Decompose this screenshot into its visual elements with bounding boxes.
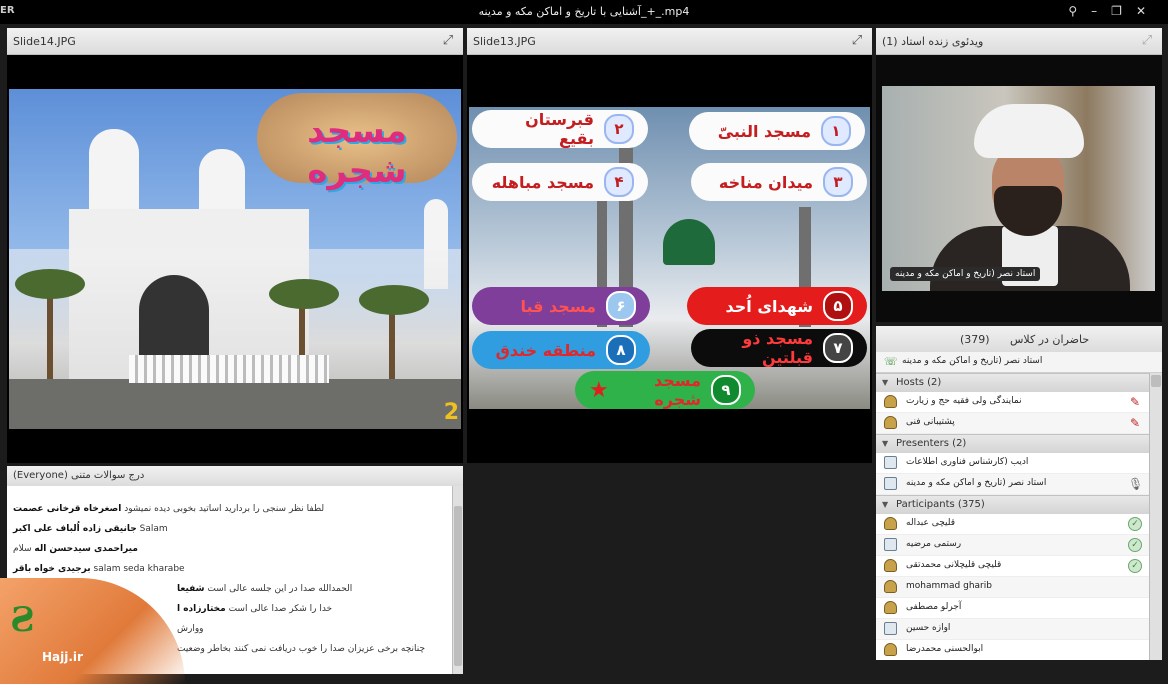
- slide13-item-6: مسجد قبا ۶: [472, 287, 650, 325]
- presenters-section[interactable]: ▼ Presenters (2): [876, 434, 1150, 453]
- check-icon: ✓: [1128, 538, 1142, 552]
- user-icon: [884, 643, 897, 656]
- pin-icon[interactable]: ⚲: [1068, 4, 1091, 18]
- road: [9, 379, 461, 429]
- slide13-item-3: میدان مناخه ۳: [691, 163, 867, 201]
- questions-scrollbar[interactable]: [452, 486, 463, 674]
- window-title: آشنایی با تاریخ و اماکن مکه و مدینه_+_.m…: [478, 5, 690, 18]
- slide13-item-9: ★ مسجد شجره ۹: [575, 371, 755, 409]
- chat-message: ووارش: [177, 624, 204, 634]
- pilgrims-crowd: [129, 355, 329, 383]
- attendee-row[interactable]: اوازه حسین: [876, 619, 1150, 640]
- attendee-row[interactable]: نمایندگی ولی فقیه حج و زیارت ✎: [876, 392, 1150, 413]
- presenter-icon: [884, 477, 897, 490]
- attendee-row[interactable]: قلیچی قلیچلانی محمدتقی ✓: [876, 556, 1150, 577]
- user-icon: [884, 395, 897, 408]
- expand-icon[interactable]: ⤢: [1140, 34, 1154, 48]
- window-controls: ⚲–❐✕: [1068, 4, 1160, 18]
- chat-message: میراحمدی سیدحسن اله سلام: [13, 544, 138, 554]
- check-icon: ✓: [1128, 559, 1142, 573]
- presenter-icon: [884, 538, 897, 551]
- presenter-icon: [884, 456, 897, 469]
- user-icon: [884, 601, 897, 614]
- attendee-row[interactable]: mohammad gharib: [876, 577, 1150, 598]
- slide13-header: Slide13.JPG ⤢: [467, 28, 872, 55]
- user-icon: [884, 559, 897, 572]
- video-header: ویدئوی زنده استاد (1) ⤢: [876, 28, 1162, 55]
- slide14-image: مسجد شجره 2: [9, 89, 461, 429]
- phone-icon: ☏: [884, 355, 898, 368]
- expand-icon[interactable]: ⤢: [441, 34, 455, 48]
- slide13-pod: Slide13.JPG ⤢ مسجد النبیّ ۱ قبرستان بقیع ۲…: [467, 28, 872, 463]
- collapse-icon[interactable]: ▼: [882, 500, 888, 509]
- hajj-logo-text: Hajj.ir: [42, 650, 83, 664]
- slide13-image: مسجد النبیّ ۱ قبرستان بقیع ۲ میدان مناخه ۳ …: [469, 107, 870, 409]
- video-title: ویدئوی زنده استاد (1): [882, 35, 984, 48]
- attendee-row[interactable]: ابوالحسنی محمدرضا: [876, 640, 1150, 660]
- collapse-icon[interactable]: ▼: [882, 439, 888, 448]
- slide14-title: Slide14.JPG: [13, 35, 76, 48]
- attendees-header: (379) حاضران در کلاس: [876, 326, 1162, 353]
- attendee-row[interactable]: قلیچی عبداله ✓: [876, 514, 1150, 535]
- slide13-item-4: مسجد مباهله ۴: [472, 163, 648, 201]
- chat-message: لطفا نظر سنجی را بردارید اساتید بخوبی دی…: [13, 504, 325, 514]
- presenter-icon: [884, 622, 897, 635]
- questions-header: درج سوالات متنی (Everyone): [7, 466, 463, 487]
- collapse-icon[interactable]: ▼: [882, 378, 888, 387]
- user-icon: [884, 580, 897, 593]
- star-icon: ★: [589, 377, 609, 403]
- live-video-feed: استاد نصر (تاریخ و اماکن مکه و مدینه: [882, 86, 1155, 291]
- user-icon: [884, 416, 897, 429]
- minimize-icon[interactable]: –: [1091, 4, 1111, 18]
- slide13-area: مسجد النبیّ ۱ قبرستان بقیع ۲ میدان مناخه ۳ …: [467, 55, 872, 463]
- chat-message: خدا را شکر صدا عالی است مختارزاده ا: [177, 604, 333, 614]
- slide14-heading: مسجد شجره: [307, 111, 407, 191]
- attendees-scrollbar[interactable]: [1149, 373, 1162, 660]
- chat-message: برجیدی خواه باقر salam seda kharabe: [13, 564, 185, 574]
- attendees-title: حاضران در کلاس: [1010, 333, 1090, 346]
- close-icon[interactable]: ✕: [1136, 4, 1160, 18]
- chat-message: جانیقی زاده اُلباف علی اکبر Salam: [13, 524, 168, 534]
- slide14-area: مسجد شجره 2: [7, 55, 463, 463]
- slide13-item-8: منطقه خندق ۸: [472, 331, 650, 369]
- slide14-pod: Slide14.JPG ⤢ مسجد شجره 2: [7, 28, 463, 463]
- title-bar: ER آشنایی با تاریخ و اماکن مکه و مدینه_+…: [0, 0, 1168, 24]
- check-icon: ✓: [1128, 517, 1142, 531]
- pen-icon: ✎: [1129, 395, 1141, 409]
- active-speaker-name: استاد نصر (تاریخ و اماکن مکه و مدینه: [902, 356, 1043, 366]
- attendees-list[interactable]: ▼ Hosts (2) نمایندگی ولی فقیه حج و زیارت ✎…: [876, 373, 1150, 660]
- expand-icon[interactable]: ⤢: [850, 34, 864, 48]
- chat-message: الحمدالله صدا در این جلسه عالی است شفیعا: [177, 584, 353, 594]
- attendee-row[interactable]: ادیب (کارشناس فناوری اطلاعات: [876, 453, 1150, 474]
- attendees-count: (379): [960, 333, 990, 346]
- attendee-row[interactable]: استاد نصر (تاریخ و اماکن مکه و مدینه 🎙: [876, 474, 1150, 495]
- restore-icon[interactable]: ❐: [1111, 4, 1136, 18]
- scroll-thumb[interactable]: [1151, 375, 1161, 387]
- questions-title: درج سوالات متنی (Everyone): [13, 470, 145, 481]
- chat-message: چنانچه برخی عزیزان صدا را خوب دریافت نمی…: [177, 644, 426, 654]
- scroll-thumb[interactable]: [454, 506, 462, 666]
- slide13-item-5: شهدای اُحد ۵: [687, 287, 867, 325]
- video-caption: استاد نصر (تاریخ و اماکن مکه و مدینه: [890, 267, 1041, 281]
- slide13-item-2: قبرستان بقیع ۲: [472, 110, 648, 148]
- slide13-item-1: مسجد النبیّ ۱: [689, 112, 865, 150]
- attendees-pod: (379) حاضران در کلاس ☏ استاد نصر (تاریخ …: [876, 326, 1162, 660]
- user-icon: [884, 517, 897, 530]
- attendee-row[interactable]: پشتیبانی فنی ✎: [876, 413, 1150, 434]
- slide13-item-7: مسجد ذو قبلتین ۷: [691, 329, 867, 367]
- participants-section[interactable]: ▼ Participants (375): [876, 495, 1150, 514]
- active-speaker-bar: ☏ استاد نصر (تاریخ و اماکن مکه و مدینه: [876, 352, 1162, 373]
- microphone-icon: 🎙: [1128, 477, 1144, 491]
- green-dome: [663, 219, 715, 265]
- pen-icon: ✎: [1129, 416, 1141, 430]
- turban: [974, 104, 1084, 158]
- attendee-row[interactable]: آجرلو مصطفی: [876, 598, 1150, 619]
- slide13-title: Slide13.JPG: [473, 35, 536, 48]
- hajj-logo-mark: Ƨ: [10, 600, 35, 640]
- slide14-corner-number: 2: [443, 400, 459, 425]
- slide14-header: Slide14.JPG ⤢: [7, 28, 463, 55]
- attendee-row[interactable]: رستمی مرضیه ✓: [876, 535, 1150, 556]
- slide14-heading-badge: مسجد شجره: [257, 93, 457, 191]
- hosts-section[interactable]: ▼ Hosts (2): [876, 373, 1150, 392]
